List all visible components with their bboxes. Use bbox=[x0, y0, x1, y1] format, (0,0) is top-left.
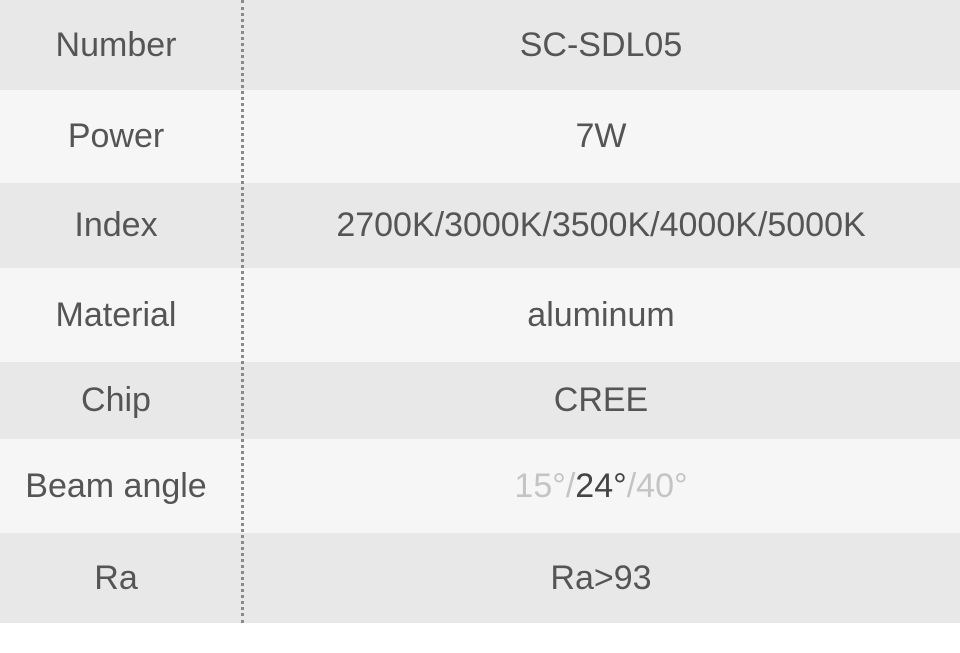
column-divider bbox=[241, 0, 244, 623]
spec-value: SC-SDL05 bbox=[519, 25, 683, 64]
spec-value: 2700K/3000K/3500K/4000K/5000K bbox=[336, 206, 866, 244]
spec-label: Chip bbox=[81, 381, 151, 419]
spec-label: Index bbox=[74, 206, 158, 244]
spec-label: Number bbox=[55, 25, 177, 64]
spec-row-index: Index 2700K/3000K/3500K/4000K/5000K bbox=[0, 183, 960, 268]
spec-row-beam-angle: Beam angle 15°/24°/40° bbox=[0, 439, 960, 533]
spec-label: Beam angle bbox=[25, 466, 207, 505]
beam-option-40: 40° bbox=[636, 466, 688, 505]
spec-table: Number SC-SDL05 Power 7W Index 2700K/300… bbox=[0, 0, 960, 623]
separator: / bbox=[565, 466, 576, 505]
spec-label: Material bbox=[55, 295, 177, 334]
separator: / bbox=[626, 466, 637, 505]
spec-row-number: Number SC-SDL05 bbox=[0, 0, 960, 90]
spec-row-chip: Chip CREE bbox=[0, 362, 960, 439]
spec-value: aluminum bbox=[527, 295, 675, 334]
spec-label: Ra bbox=[94, 558, 138, 597]
beam-option-24-selected: 24° bbox=[575, 466, 627, 505]
spec-value: CREE bbox=[553, 381, 649, 419]
spec-value: Ra>93 bbox=[550, 558, 652, 597]
spec-row-ra: Ra Ra>93 bbox=[0, 533, 960, 623]
spec-row-power: Power 7W bbox=[0, 90, 960, 183]
spec-value: 15°/24°/40° bbox=[232, 467, 960, 506]
spec-value: 7W bbox=[575, 117, 627, 155]
spec-label: Power bbox=[67, 117, 165, 155]
spec-row-material: Material aluminum bbox=[0, 268, 960, 362]
beam-option-15: 15° bbox=[514, 466, 566, 505]
